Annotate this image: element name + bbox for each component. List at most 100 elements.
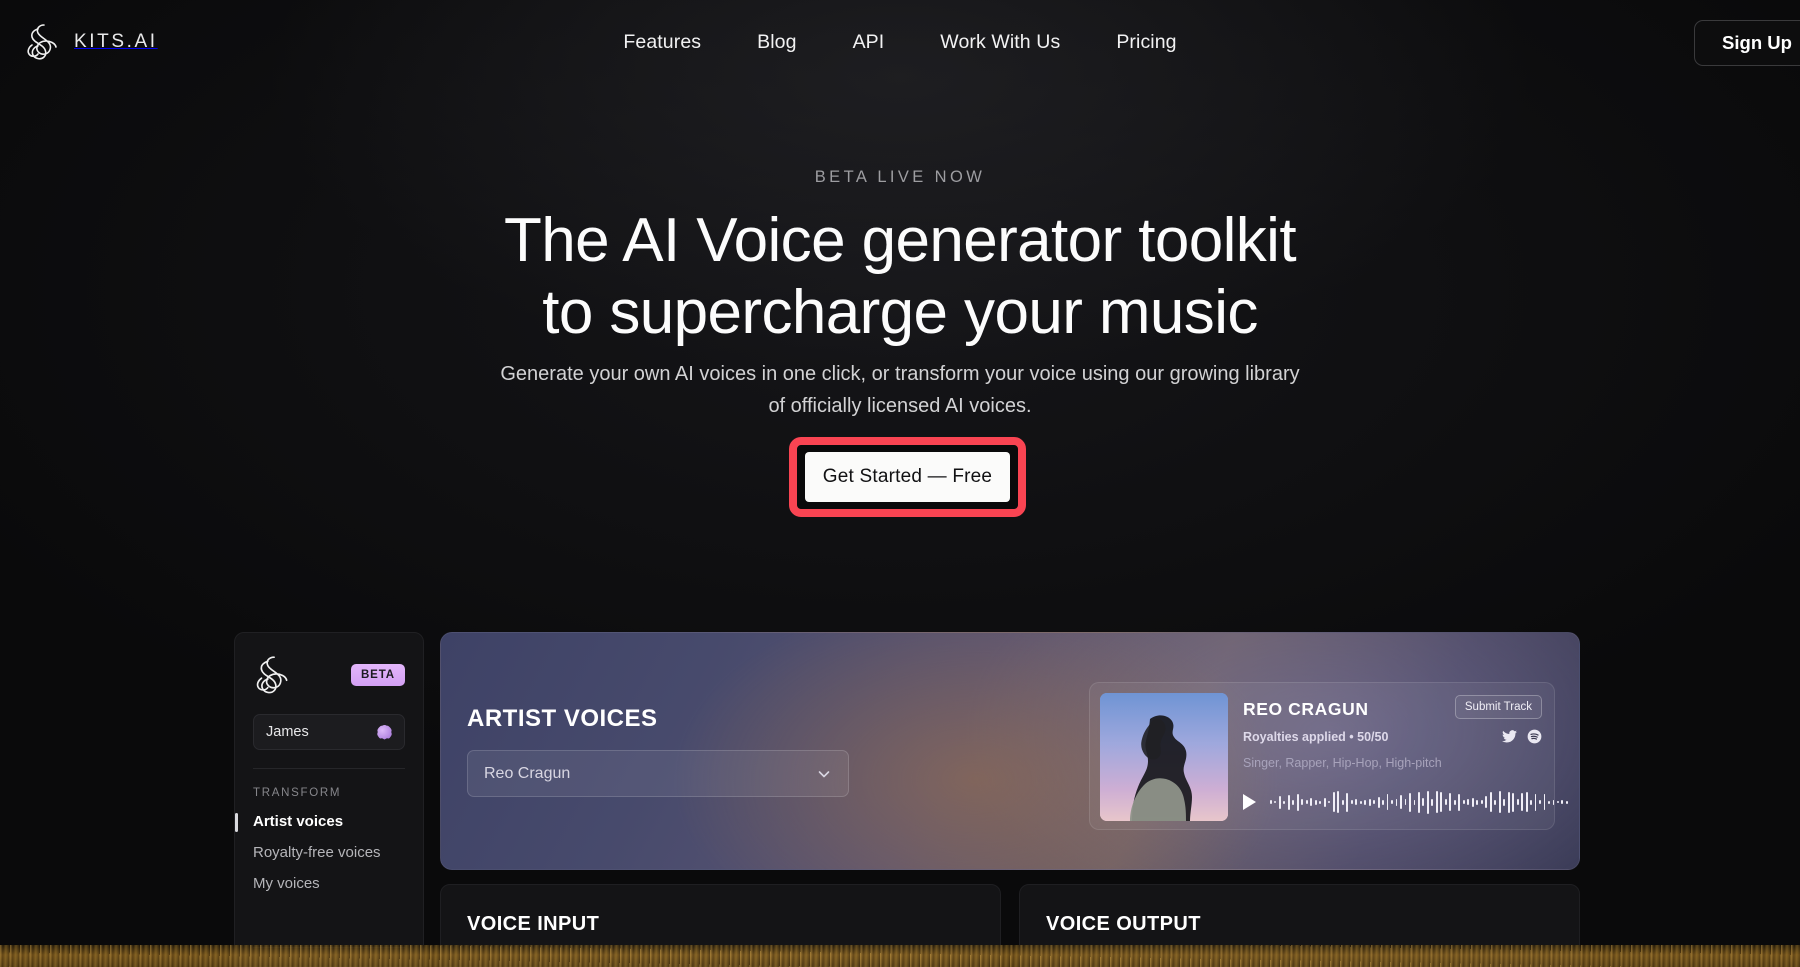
- waveform-bar: [1364, 799, 1367, 805]
- waveform-bar: [1323, 797, 1326, 807]
- waveform-bar: [1417, 791, 1420, 813]
- waveform-bar: [1341, 799, 1344, 805]
- waveform-bar: [1462, 800, 1465, 804]
- waveform-bar: [1530, 799, 1532, 805]
- waveform-bar: [1548, 800, 1550, 804]
- sidebar-header: BETA: [253, 653, 405, 697]
- waveform-bar: [1274, 801, 1277, 803]
- sidebar-item-label: Artist voices: [253, 813, 344, 830]
- waveform-bar: [1301, 799, 1304, 805]
- track-social-links: [1502, 729, 1542, 744]
- waveform-bar: [1480, 800, 1483, 804]
- waveform-bar: [1350, 800, 1353, 804]
- sidebar-nav: Artist voices Royalty-free voices My voi…: [235, 813, 405, 893]
- waveform-bar: [1516, 799, 1519, 805]
- nav-link-blog[interactable]: Blog: [753, 25, 800, 60]
- waveform-bar: [1395, 798, 1398, 806]
- waveform-bar: [1319, 800, 1322, 804]
- nav-link-features[interactable]: Features: [619, 25, 705, 60]
- artist-voices-panel: ARTIST VOICES Reo Cragun REO CRAGUN Roya…: [440, 632, 1580, 870]
- waveform-bar: [1359, 800, 1362, 804]
- sidebar-divider: [253, 768, 405, 769]
- app-main-column: ARTIST VOICES Reo Cragun REO CRAGUN Roya…: [440, 632, 1580, 967]
- sidebar-item-my-voices[interactable]: My voices: [253, 875, 405, 893]
- waveform-bar: [1292, 799, 1295, 805]
- waveform-bar: [1382, 799, 1384, 805]
- waveform-bar: [1386, 794, 1389, 810]
- waveform-bar: [1440, 792, 1443, 812]
- waveform-bar: [1368, 798, 1371, 806]
- waveform-bar: [1346, 792, 1349, 812]
- waveform-bar: [1534, 793, 1537, 811]
- waveform-bar: [1498, 791, 1501, 813]
- waveform-bar: [1485, 796, 1488, 808]
- get-started-free-button[interactable]: Get Started — Free: [805, 452, 1010, 502]
- artist-photo-figure: [1100, 693, 1228, 821]
- waveform-bar: [1552, 799, 1555, 805]
- play-icon[interactable]: [1243, 794, 1256, 810]
- waveform-bar: [1507, 791, 1510, 813]
- sidebar-item-label: My voices: [253, 875, 320, 892]
- waveform-bar: [1489, 792, 1492, 812]
- waveform-bar: [1557, 801, 1559, 803]
- kits-swirl-logo-icon: [256, 656, 288, 694]
- waveform-bar: [1565, 800, 1568, 804]
- waveform-bar: [1467, 799, 1470, 805]
- waveform-bar: [1426, 790, 1429, 814]
- sidebar-item-artist-voices[interactable]: Artist voices: [235, 813, 405, 832]
- waveform-bar: [1561, 800, 1564, 804]
- waveform[interactable]: [1270, 789, 1568, 815]
- waveform-bar: [1377, 796, 1380, 808]
- hero-subheadline: Generate your own AI voices in one click…: [500, 363, 1300, 418]
- waveform-bar: [1400, 795, 1402, 809]
- audio-player: [1243, 789, 1568, 815]
- voice-output-title: VOICE OUTPUT: [1046, 913, 1201, 935]
- waveform-bar: [1373, 800, 1376, 804]
- nav-links: Features Blog API Work With Us Pricing: [0, 0, 1800, 85]
- headline-line-1: The AI Voice generator toolkit: [504, 206, 1297, 275]
- track-info: REO CRAGUN Royalties applied • 50/50 Sin…: [1228, 693, 1568, 819]
- waveform-bar: [1355, 799, 1358, 805]
- waveform-bar: [1296, 793, 1299, 811]
- waveform-bar: [1422, 798, 1425, 806]
- track-card: REO CRAGUN Royalties applied • 50/50 Sin…: [1089, 682, 1568, 830]
- waveform-bar: [1287, 794, 1290, 810]
- sidebar-user-name: James: [266, 724, 309, 740]
- waveform-bar: [1310, 798, 1313, 806]
- nav-link-work-with-us[interactable]: Work With Us: [936, 25, 1064, 60]
- nav-link-api[interactable]: API: [849, 25, 889, 60]
- landing-page: KITS.AI Features Blog API Work With Us P…: [0, 0, 1800, 967]
- top-navigation-bar: KITS.AI Features Blog API Work With Us P…: [0, 0, 1800, 85]
- waveform-bar: [1270, 800, 1272, 804]
- submit-track-button[interactable]: Submit Track: [1454, 695, 1542, 719]
- waveform-bar: [1449, 793, 1452, 811]
- waveform-bar: [1391, 800, 1393, 804]
- twitter-icon[interactable]: [1502, 730, 1517, 743]
- sidebar-item-royalty-free-voices[interactable]: Royalty-free voices: [253, 844, 405, 862]
- headline-line-2: to supercharge your music: [542, 277, 1258, 347]
- nav-link-pricing[interactable]: Pricing: [1112, 25, 1180, 60]
- spotify-icon[interactable]: [1527, 729, 1542, 744]
- user-avatar-icon: [377, 724, 392, 740]
- waveform-bar: [1521, 793, 1524, 811]
- hero-headline: The AI Voice generator toolkit to superc…: [0, 205, 1800, 349]
- waveform-bar: [1471, 797, 1474, 807]
- waveform-bar: [1494, 799, 1497, 805]
- waveform-bar: [1283, 800, 1286, 804]
- waveform-bar: [1409, 792, 1411, 812]
- waveform-bar: [1413, 799, 1416, 805]
- track-royalties: Royalties applied • 50/50: [1243, 730, 1389, 744]
- artist-photo: [1100, 693, 1228, 821]
- waveform-bar: [1444, 799, 1447, 805]
- waveform-bar: [1404, 799, 1407, 805]
- waveform-bar: [1305, 800, 1308, 804]
- voice-select-dropdown[interactable]: Reo Cragun: [467, 750, 849, 797]
- sign-up-button[interactable]: Sign Up: [1694, 20, 1800, 66]
- beta-badge: BETA: [350, 664, 405, 686]
- waveform-bar: [1453, 799, 1456, 805]
- waveform-bar: [1435, 791, 1438, 813]
- cta-highlight-annotation: Get Started — Free: [789, 437, 1026, 517]
- app-sidebar: BETA James TRANSFORM Artist voices Royal…: [234, 632, 424, 967]
- waveform-bar: [1512, 792, 1515, 812]
- sidebar-user-row[interactable]: James: [253, 714, 405, 750]
